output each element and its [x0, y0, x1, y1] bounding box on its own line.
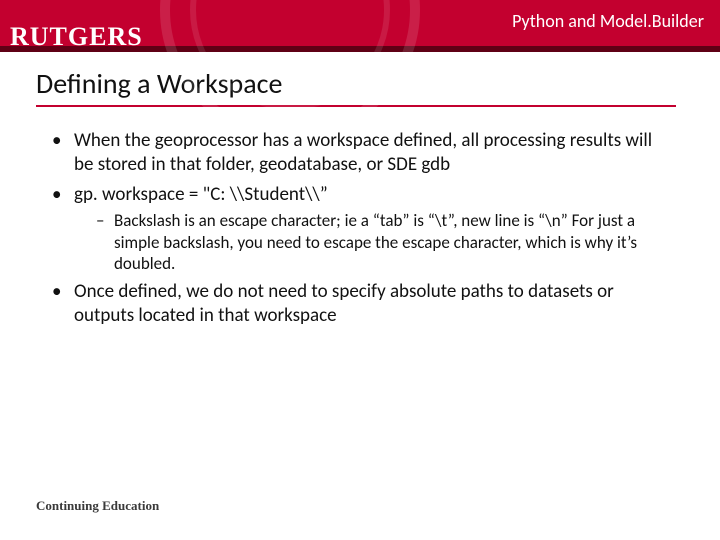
bullet-2: gp. workspace = "C: \\Student\\” Backsla…	[46, 183, 674, 275]
bullet-2-text: gp. workspace = "C: \\Student\\”	[74, 183, 328, 206]
slide-title: Defining a Workspace	[0, 52, 720, 105]
footer-text: Continuing Education	[36, 498, 159, 514]
header-course-title: Python and Model.Builder	[512, 10, 704, 32]
bullet-2-sub: Backslash is an escape character; ie a “…	[96, 210, 674, 274]
bullet-1: When the geoprocessor has a workspace de…	[46, 129, 674, 177]
bullet-list: When the geoprocessor has a workspace de…	[46, 129, 674, 328]
header-bar: RUTGERS Python and Model.Builder	[0, 0, 720, 46]
rutgers-logo: RUTGERS	[10, 22, 143, 52]
slide-content: When the geoprocessor has a workspace de…	[0, 107, 720, 328]
sub-bullet-list: Backslash is an escape character; ie a “…	[96, 210, 674, 274]
bullet-3: Once defined, we do not need to specify …	[46, 280, 674, 328]
